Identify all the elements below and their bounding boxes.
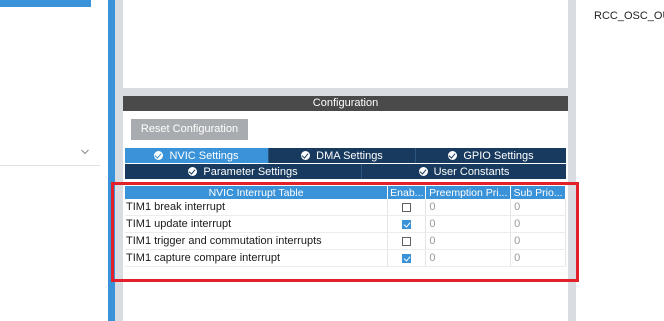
tab-label: NVIC Settings	[169, 149, 239, 162]
table-row[interactable]: TIM1 break interrupt 0 0	[125, 199, 566, 216]
reset-configuration-button[interactable]: Reset Configuration	[131, 119, 248, 140]
preemption-priority-cell[interactable]: 0	[425, 249, 512, 267]
enabled-cell	[387, 199, 427, 216]
sub-priority-cell[interactable]: 0	[510, 232, 566, 250]
sub-priority-cell[interactable]: 0	[510, 249, 566, 267]
tab-gpio-settings[interactable]: GPIO Settings	[416, 148, 566, 163]
enable-checkbox[interactable]	[402, 202, 412, 212]
check-circle-icon	[154, 151, 164, 160]
enabled-cell	[387, 249, 427, 267]
configuration-body: Reset Configuration NVIC Settings DMA Se…	[123, 111, 568, 321]
panel-splitter[interactable]	[108, 0, 115, 321]
preemption-priority-cell[interactable]: 0	[425, 215, 512, 233]
sub-priority-cell[interactable]: 0	[510, 215, 566, 233]
tab-parameter-settings[interactable]: Parameter Settings	[125, 164, 362, 179]
check-circle-icon	[188, 167, 198, 176]
tab-label: GPIO Settings	[463, 149, 534, 162]
check-circle-icon	[418, 167, 428, 176]
tab-label: DMA Settings	[316, 149, 383, 162]
chevron-down-icon[interactable]	[81, 148, 89, 156]
tabs-row-2: Parameter Settings User Constants	[125, 164, 566, 179]
tab-label: User Constants	[433, 165, 510, 178]
check-circle-icon	[448, 151, 458, 160]
center-panel: Configuration Reset Configuration NVIC S…	[115, 0, 576, 321]
enabled-cell	[387, 215, 427, 233]
mode-preview-area	[123, 0, 568, 88]
column-header-interrupt[interactable]: NVIC Interrupt Table	[125, 186, 389, 199]
table-row[interactable]: TIM1 capture compare interrupt 0 0	[125, 249, 566, 267]
interrupt-name-cell: TIM1 trigger and commutation interrupts	[125, 232, 389, 250]
sub-priority-cell[interactable]: 0	[510, 199, 566, 216]
enabled-cell	[387, 232, 427, 250]
enable-checkbox[interactable]	[402, 253, 412, 263]
nvic-interrupt-table: NVIC Interrupt Table Enab... Preemption …	[125, 186, 566, 267]
preemption-priority-cell[interactable]: 0	[425, 232, 512, 250]
table-row[interactable]: TIM1 update interrupt 0 0	[125, 215, 566, 233]
left-panel-accent	[0, 0, 91, 7]
interrupt-name-cell: TIM1 break interrupt	[125, 199, 389, 216]
configuration-header: Configuration	[123, 96, 568, 111]
table-header-row: NVIC Interrupt Table Enab... Preemption …	[125, 186, 566, 199]
tab-nvic-settings[interactable]: NVIC Settings	[125, 148, 269, 163]
table-row[interactable]: TIM1 trigger and commutation interrupts 0…	[125, 232, 566, 250]
column-header-preemption[interactable]: Preemption Pri...	[425, 186, 512, 199]
column-header-sub-priority[interactable]: Sub Prio...	[510, 186, 566, 199]
interrupt-name-cell: TIM1 update interrupt	[125, 215, 389, 233]
tab-user-constants[interactable]: User Constants	[362, 164, 566, 179]
tabs-row-1: NVIC Settings DMA Settings GPIO Settings	[125, 148, 566, 163]
enable-checkbox[interactable]	[402, 236, 412, 246]
pin-label: RCC_OSC_OUT	[594, 10, 664, 22]
check-circle-icon	[301, 151, 311, 160]
enable-checkbox[interactable]	[402, 219, 412, 229]
tab-label: Parameter Settings	[203, 165, 298, 178]
column-header-enabled[interactable]: Enab...	[387, 186, 427, 199]
preemption-priority-cell[interactable]: 0	[425, 199, 512, 216]
tab-dma-settings[interactable]: DMA Settings	[269, 148, 416, 163]
interrupt-name-cell: TIM1 capture compare interrupt	[125, 249, 389, 267]
left-panel-divider	[0, 165, 100, 166]
